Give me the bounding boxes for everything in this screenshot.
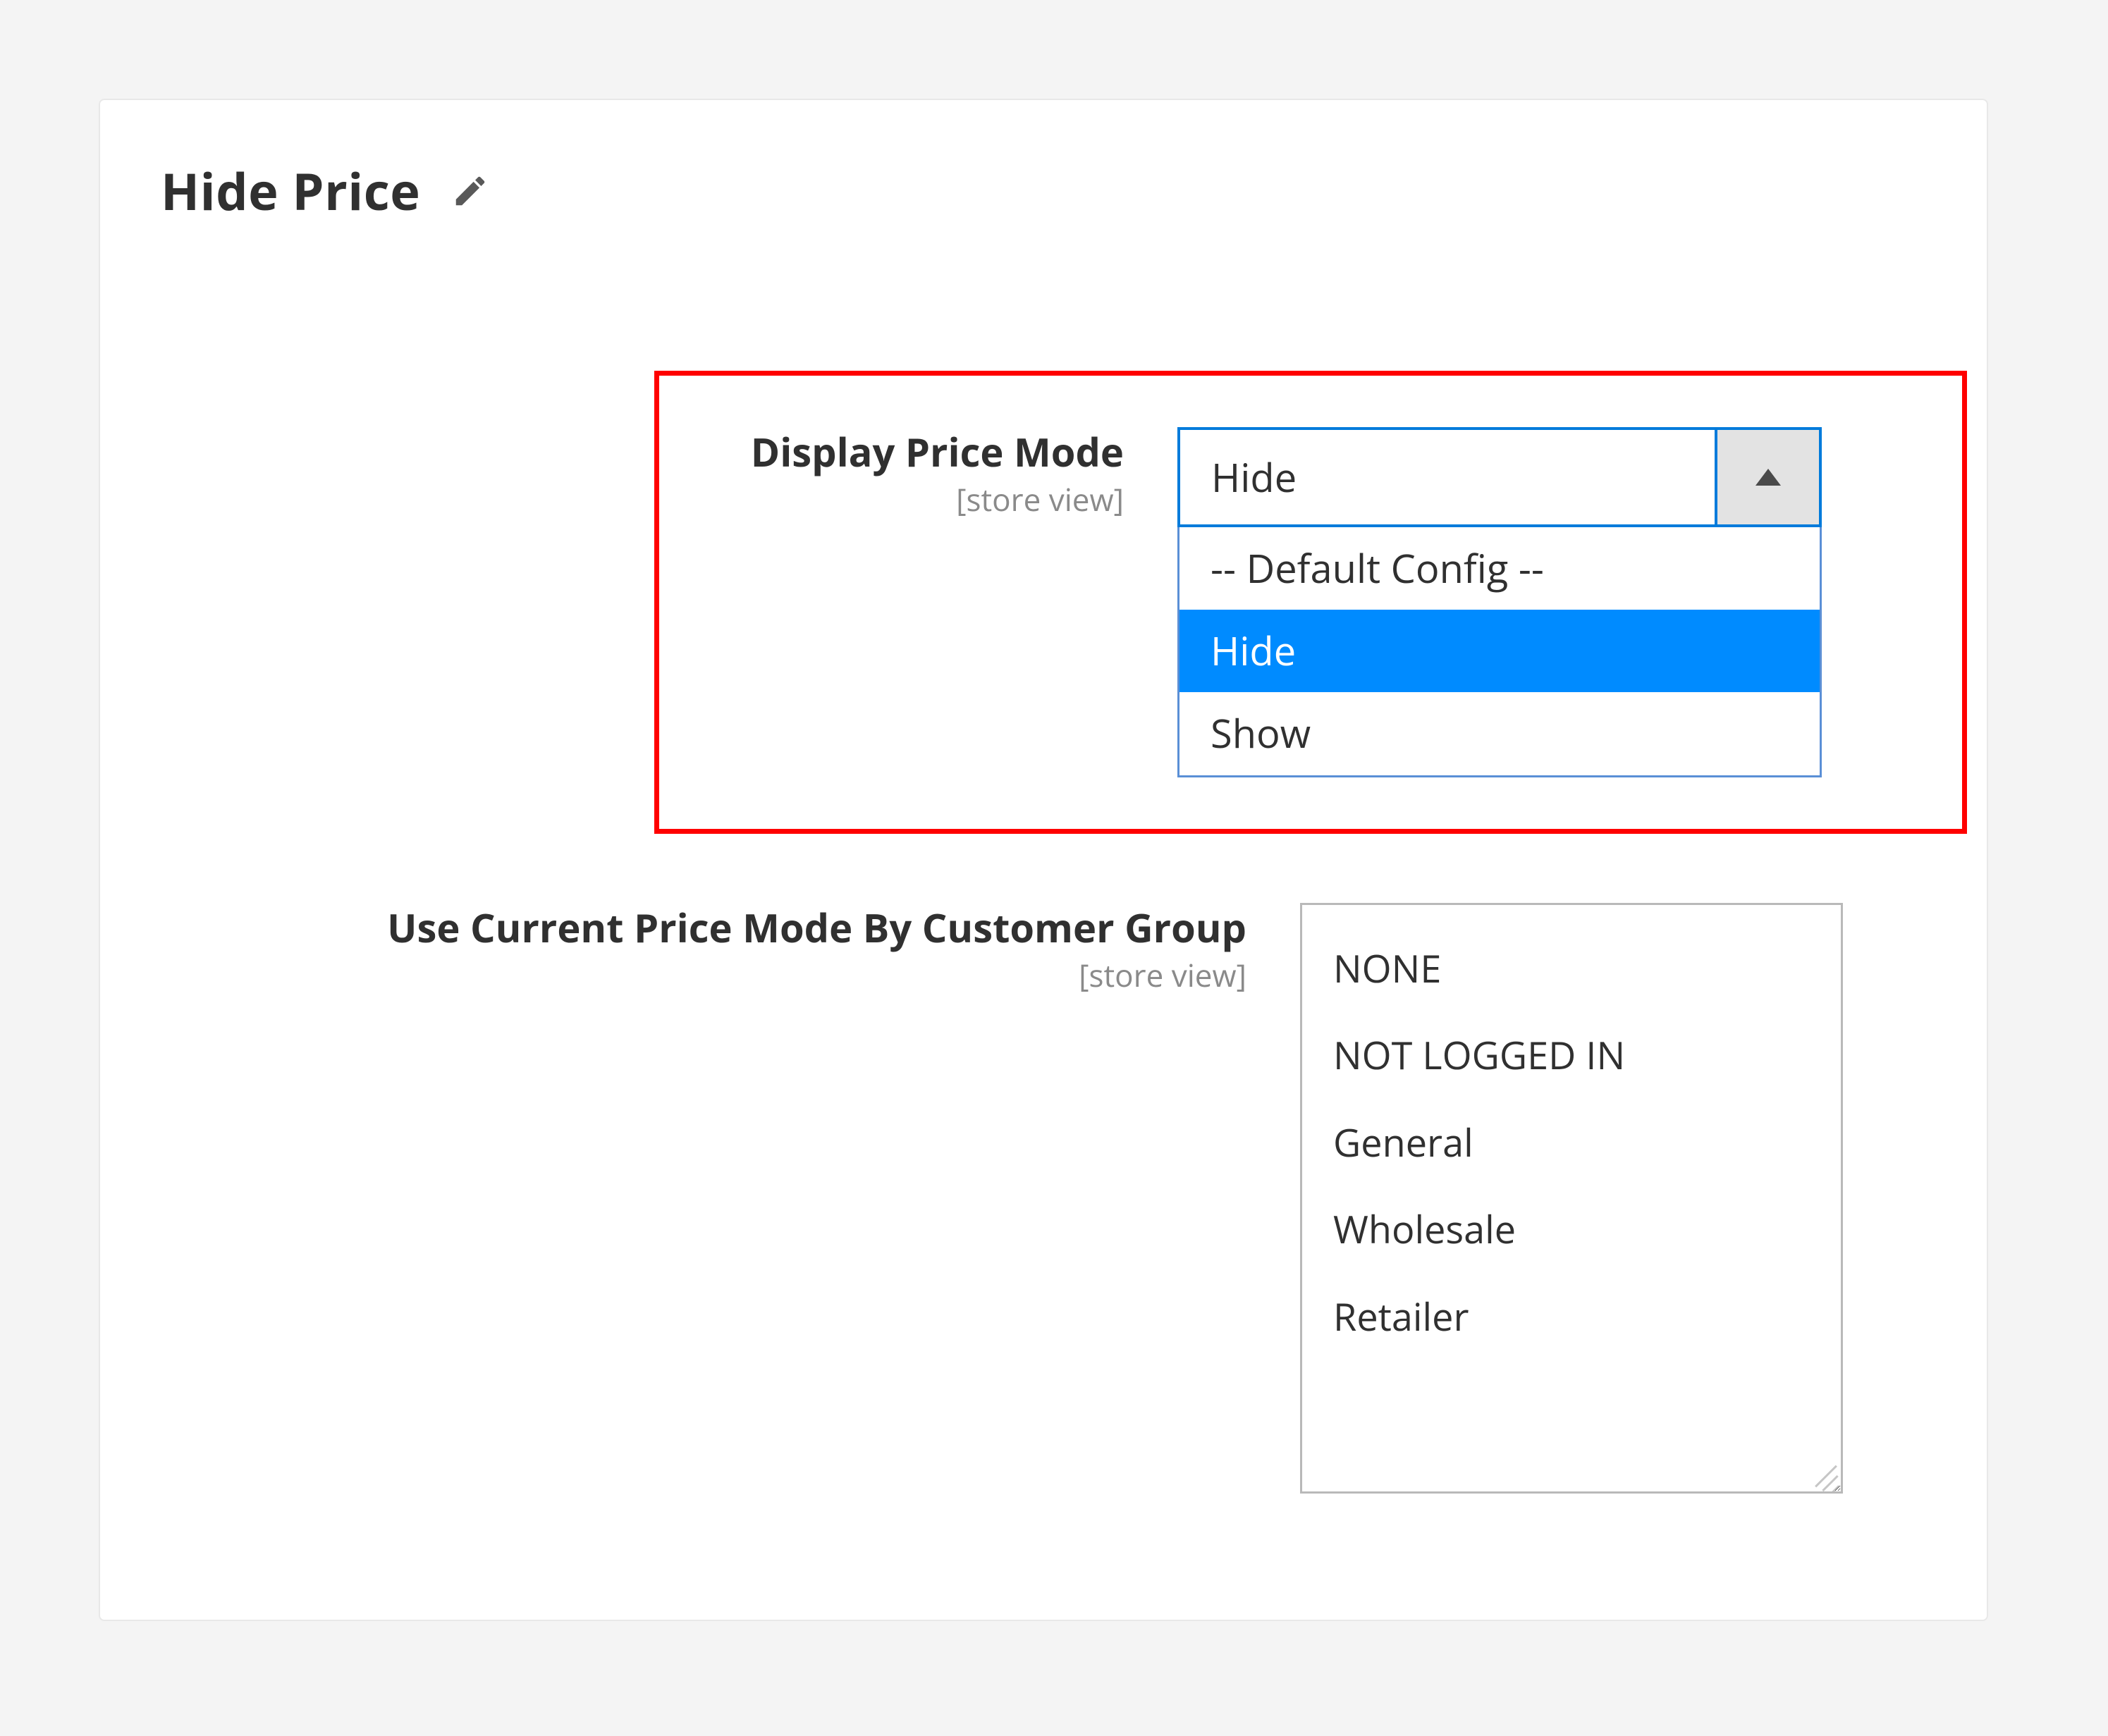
display-price-mode-option-default[interactable]: -- Default Config -- xyxy=(1179,527,1820,610)
resize-grip-icon xyxy=(1808,1459,1837,1487)
display-price-mode-row: Display Price Mode [store view] Hide -- … xyxy=(654,371,1967,834)
display-price-mode-option-list: -- Default Config -- Hide Show xyxy=(1177,527,1822,777)
display-price-mode-select[interactable]: Hide -- Default Config -- Hide Show xyxy=(1177,427,1822,777)
customer-group-option-wholesale[interactable]: Wholesale xyxy=(1330,1186,1820,1273)
customer-group-label: Use Current Price Mode By Customer Group xyxy=(248,903,1246,952)
customer-group-option-none[interactable]: NONE xyxy=(1330,925,1820,1012)
customer-group-row: Use Current Price Mode By Customer Group… xyxy=(248,903,1926,1494)
customer-group-scope: [store view] xyxy=(248,955,1246,995)
customer-group-option-not-logged-in[interactable]: NOT LOGGED IN xyxy=(1330,1011,1820,1099)
section-title: Hide Price xyxy=(161,156,420,226)
display-price-mode-option-hide[interactable]: Hide xyxy=(1179,610,1820,692)
caret-up-icon xyxy=(1755,469,1781,486)
customer-group-label-group: Use Current Price Mode By Customer Group… xyxy=(248,903,1246,995)
display-price-mode-caret[interactable] xyxy=(1715,430,1819,524)
customer-group-option-retailer[interactable]: Retailer xyxy=(1330,1273,1820,1360)
display-price-mode-select-value: Hide xyxy=(1180,430,1715,524)
display-price-mode-label: Display Price Mode xyxy=(704,427,1124,476)
edit-icon[interactable] xyxy=(451,172,489,210)
customer-group-multiselect[interactable]: NONE NOT LOGGED IN General Wholesale Ret… xyxy=(1300,903,1843,1494)
section-header: Hide Price xyxy=(161,156,1926,226)
display-price-mode-label-group: Display Price Mode [store view] xyxy=(704,427,1124,519)
display-price-mode-scope: [store view] xyxy=(704,479,1124,519)
hide-price-panel: Hide Price Display Price Mode [store vie… xyxy=(99,99,1988,1621)
display-price-mode-option-show[interactable]: Show xyxy=(1179,692,1820,775)
display-price-mode-select-button[interactable]: Hide xyxy=(1177,427,1822,527)
customer-group-option-general[interactable]: General xyxy=(1330,1099,1820,1186)
